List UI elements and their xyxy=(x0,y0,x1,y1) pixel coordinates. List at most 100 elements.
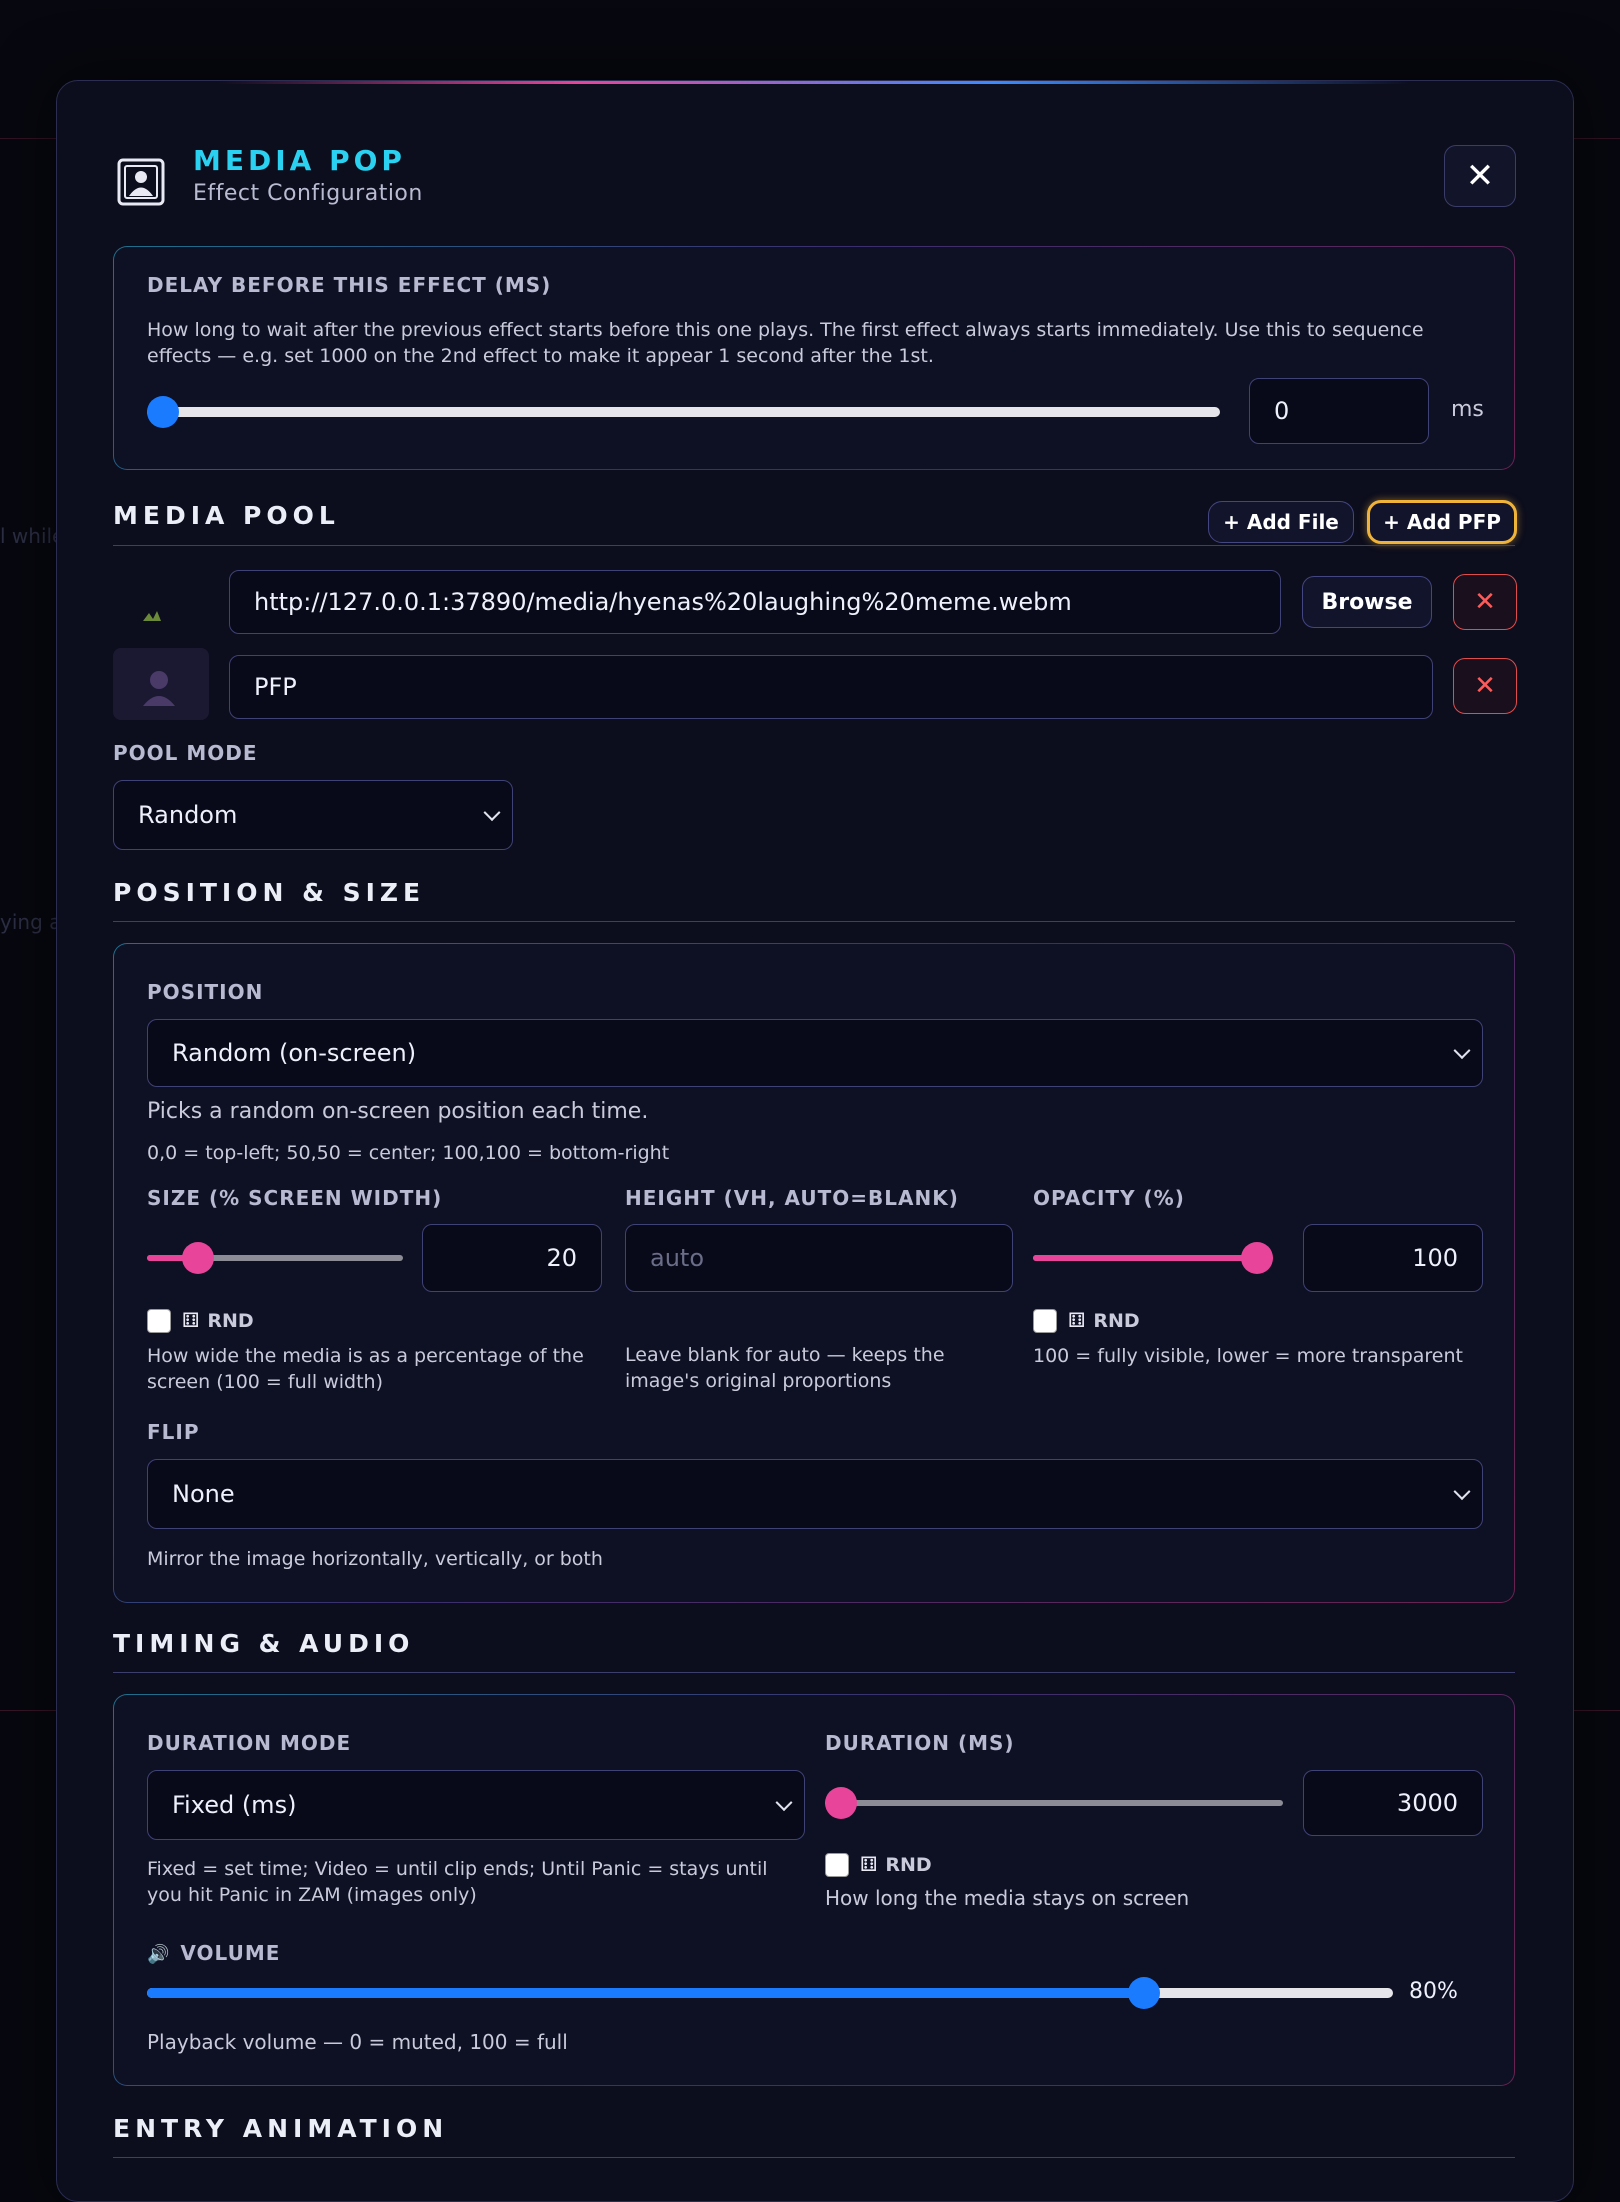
delay-panel: DELAY BEFORE THIS EFFECT (MS) How long t… xyxy=(113,246,1515,470)
slider-thumb[interactable] xyxy=(182,1242,215,1274)
height-help-line: Leave blank for auto — keeps the xyxy=(625,1344,945,1366)
chevron-down-icon xyxy=(483,804,501,822)
opacity-rnd-checkbox[interactable] xyxy=(1033,1309,1057,1333)
volume-label: VOLUME xyxy=(180,1941,281,1965)
pool-mode-select[interactable]: Random xyxy=(113,780,513,850)
timing-audio-title: TIMING & AUDIO xyxy=(113,1629,415,1658)
duration-mode-help-line: Fixed = set time; Video = until clip end… xyxy=(147,1858,768,1880)
rnd-text: RND xyxy=(207,1310,254,1332)
flip-select[interactable]: None xyxy=(147,1459,1483,1529)
opacity-slider[interactable] xyxy=(1033,1240,1273,1276)
volume-slider[interactable] xyxy=(147,1975,1393,2011)
duration-help: How long the media stays on screen xyxy=(825,1886,1190,1910)
background-fragment: l while xyxy=(0,524,65,548)
duration-mode-label: DURATION MODE xyxy=(147,1731,352,1755)
size-label: SIZE (% SCREEN WIDTH) xyxy=(147,1186,443,1210)
delay-slider[interactable] xyxy=(147,394,1220,430)
timing-audio-divider xyxy=(113,1672,1515,1673)
volume-display: 80% xyxy=(1409,1979,1458,2004)
slider-thumb[interactable] xyxy=(1241,1242,1273,1274)
delay-help-line: How long to wait after the previous effe… xyxy=(147,319,1424,341)
delete-media-button[interactable]: ✕ xyxy=(1453,574,1517,630)
duration-mode-help: Fixed = set time; Video = until clip end… xyxy=(147,1856,807,1908)
duration-slider[interactable] xyxy=(825,1785,1283,1821)
dice-icon: ⚅ xyxy=(182,1308,200,1332)
height-input[interactable]: auto xyxy=(625,1224,1013,1292)
flip-label: FLIP xyxy=(147,1420,200,1444)
rnd-text: RND xyxy=(885,1854,932,1876)
slider-thumb[interactable] xyxy=(147,396,179,428)
modal-subtitle: Effect Configuration xyxy=(193,181,423,206)
position-help: Picks a random on-screen position each t… xyxy=(147,1099,649,1124)
entry-animation-title: ENTRY ANIMATION xyxy=(113,2114,449,2143)
add-file-button[interactable]: + Add File xyxy=(1208,501,1354,543)
browse-button[interactable]: Browse xyxy=(1302,576,1432,628)
add-pfp-button[interactable]: + Add PFP xyxy=(1367,500,1517,544)
size-rnd-label: ⚅ RND xyxy=(182,1308,254,1332)
position-select[interactable]: Random (on-screen) xyxy=(147,1019,1483,1087)
duration-input[interactable]: 3000 xyxy=(1303,1770,1483,1836)
delay-help-line: effects — e.g. set 1000 on the 2nd effec… xyxy=(147,345,934,367)
close-button[interactable]: ✕ xyxy=(1444,145,1516,207)
speaker-icon: 🔊 xyxy=(147,1944,171,1965)
size-help: How wide the media is as a percentage of… xyxy=(147,1343,607,1395)
position-size-title: POSITION & SIZE xyxy=(113,878,426,907)
media-pool-divider xyxy=(113,545,1515,546)
size-slider[interactable] xyxy=(147,1240,403,1276)
position-value: Random (on-screen) xyxy=(172,1039,417,1067)
delete-pfp-button[interactable]: ✕ xyxy=(1453,658,1517,714)
modal-accent-line xyxy=(217,81,1413,84)
position-size-divider xyxy=(113,921,1515,922)
opacity-input[interactable]: 100 xyxy=(1303,1224,1483,1292)
duration-mode-value: Fixed (ms) xyxy=(172,1791,297,1819)
pool-mode-value: Random xyxy=(138,801,238,829)
volume-help: Playback volume — 0 = muted, 100 = full xyxy=(147,2030,568,2054)
media-url-input[interactable]: http://127.0.0.1:37890/media/hyenas%20la… xyxy=(229,570,1281,634)
opacity-label: OPACITY (%) xyxy=(1033,1186,1185,1210)
chevron-down-icon xyxy=(775,1794,793,1812)
coords-help: 0,0 = top-left; 50,50 = center; 100,100 … xyxy=(147,1142,670,1164)
entry-animation-divider xyxy=(113,2157,1515,2158)
delay-label: DELAY BEFORE THIS EFFECT (MS) xyxy=(147,273,552,297)
position-size-panel: POSITION Random (on-screen) Picks a rand… xyxy=(113,943,1515,1603)
dice-icon: ⚅ xyxy=(860,1852,878,1876)
close-icon: ✕ xyxy=(1465,156,1495,196)
duration-rnd-checkbox[interactable] xyxy=(825,1853,849,1877)
background-fragment: ying a xyxy=(0,910,62,934)
duration-rnd-label: ⚅ RND xyxy=(860,1852,932,1876)
picture-frame-icon xyxy=(117,158,165,206)
position-label: POSITION xyxy=(147,980,264,1004)
flip-value: None xyxy=(172,1480,235,1508)
dice-icon: ⚅ xyxy=(1068,1308,1086,1332)
size-help-line: screen (100 = full width) xyxy=(147,1371,383,1393)
duration-mode-select[interactable]: Fixed (ms) xyxy=(147,1770,805,1840)
timing-audio-panel: DURATION MODE Fixed (ms) Fixed = set tim… xyxy=(113,1694,1515,2086)
slider-thumb[interactable] xyxy=(1127,1977,1160,2009)
height-label: HEIGHT (VH, AUTO=BLANK) xyxy=(625,1186,959,1210)
duration-mode-help-line: you hit Panic in ZAM (images only) xyxy=(147,1884,477,1906)
size-input[interactable]: 20 xyxy=(422,1224,602,1292)
rnd-text: RND xyxy=(1093,1310,1140,1332)
pfp-avatar xyxy=(113,648,209,720)
size-rnd-checkbox[interactable] xyxy=(147,1309,171,1333)
chevron-down-icon xyxy=(1453,1483,1471,1501)
modal-title: MEDIA POP xyxy=(193,144,406,177)
duration-label: DURATION (MS) xyxy=(825,1731,1015,1755)
opacity-help: 100 = fully visible, lower = more transp… xyxy=(1033,1345,1463,1367)
pool-mode-label: POOL MODE xyxy=(113,741,258,765)
height-help: Leave blank for auto — keeps the image's… xyxy=(625,1344,945,1394)
size-help-line: How wide the media is as a percentage of… xyxy=(147,1345,584,1367)
pfp-input[interactable]: PFP xyxy=(229,655,1433,719)
slider-thumb[interactable] xyxy=(825,1787,857,1819)
delay-input[interactable]: 0 xyxy=(1249,378,1429,444)
volume-label-row: 🔊 VOLUME xyxy=(147,1941,280,1965)
delay-unit: ms xyxy=(1451,397,1484,422)
height-help-line: image's original proportions xyxy=(625,1370,892,1392)
close-icon: ✕ xyxy=(1474,671,1496,701)
media-pool-title: MEDIA POOL xyxy=(113,501,340,530)
effect-config-modal: MEDIA POP Effect Configuration ✕ DELAY B… xyxy=(56,80,1574,2202)
delay-help: How long to wait after the previous effe… xyxy=(147,317,1507,369)
media-thumbnail xyxy=(143,611,161,621)
opacity-rnd-label: ⚅ RND xyxy=(1068,1308,1140,1332)
chevron-down-icon xyxy=(1453,1042,1471,1060)
